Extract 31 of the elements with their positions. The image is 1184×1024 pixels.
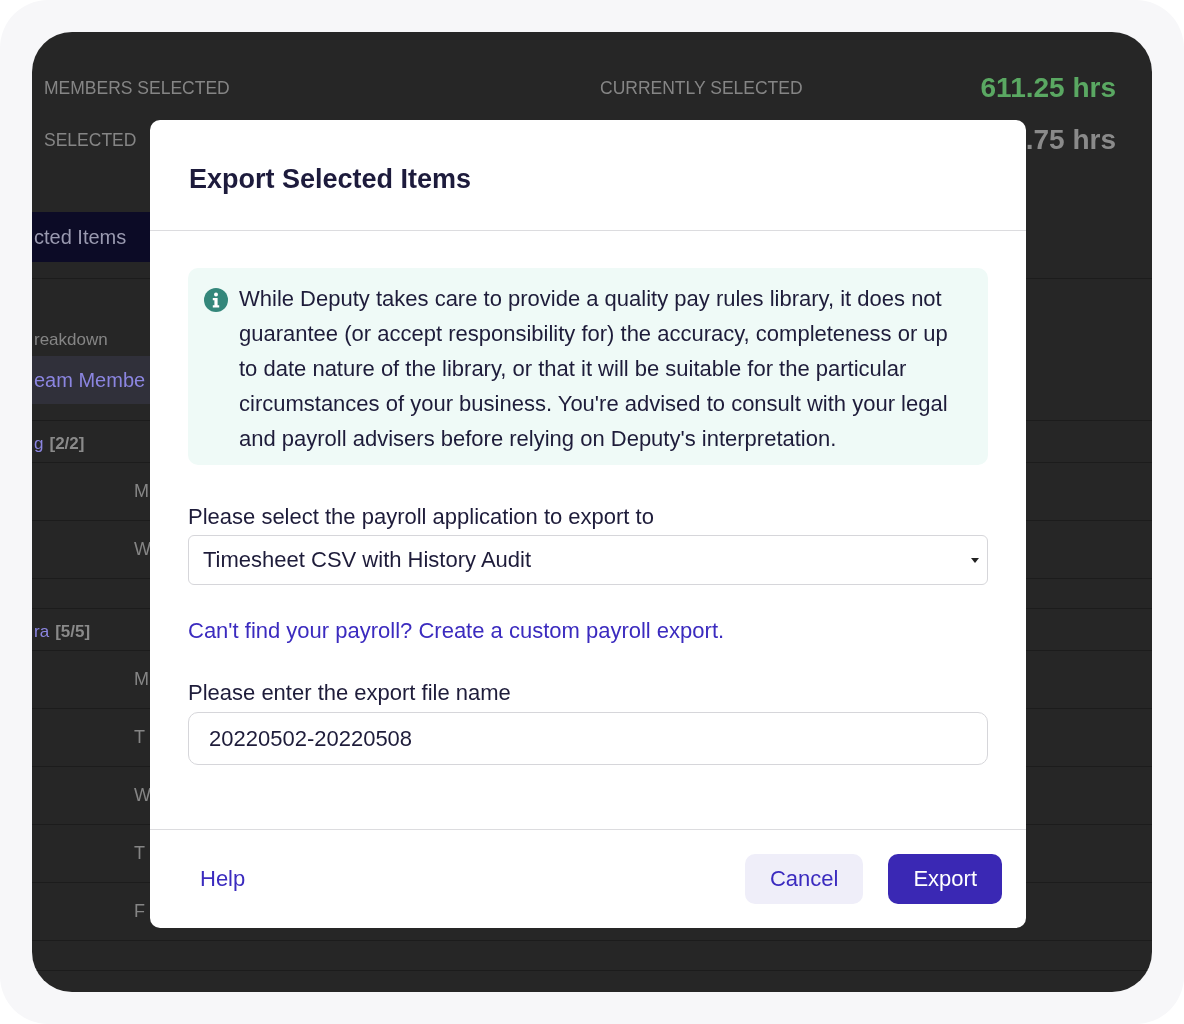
summary-label: MEMBERS SELECTED [44, 77, 230, 99]
notice-text: While Deputy takes care to provide a quality pay rules library, it does not guarantee (or accept responsibility for) the accuracy, completeness or up to date nature of the library, or that it will be suitable for the particular circumstances of your business. You're advised to consult with your legal and payroll advisers before relying on Deputy's interpretation. [239, 285, 949, 453]
group-name: ra [34, 622, 50, 642]
section-heading: reakdown [34, 330, 108, 349]
export-button[interactable]: Export [888, 854, 1002, 904]
cancel-button[interactable]: Cancel [744, 854, 864, 904]
day-label: W [134, 785, 151, 806]
hours-total: .75 hrs [1025, 124, 1116, 156]
payroll-select[interactable]: Timesheet CSV with History Audit [188, 535, 988, 585]
field-label: Please enter the export file name [188, 680, 511, 705]
info-icon [204, 288, 228, 312]
day-label: F [134, 901, 145, 922]
custom-export-link[interactable]: Can't find your payroll? Create a custom payroll export. [188, 618, 725, 643]
dialog-title: Export Selected Items [189, 163, 472, 195]
field-label: Please select the payroll application to export to [188, 504, 654, 529]
selected-items-button[interactable]: cted Items [32, 212, 150, 262]
file-name-field[interactable]: 20220502-20220508 [188, 712, 988, 765]
day-label: W [134, 539, 151, 560]
summary-label: SELECTED [44, 129, 137, 151]
tab[interactable]: eam Membe [32, 356, 150, 404]
group-count: [5/5] [55, 622, 91, 642]
summary-label: CURRENTLY SELECTED [600, 77, 803, 99]
group-count: [2/2] [49, 434, 85, 454]
day-label: M [134, 481, 149, 502]
day-label: T [134, 843, 145, 864]
help-link[interactable]: Help [200, 866, 246, 892]
day-label: T [134, 727, 145, 748]
group-name: g [34, 434, 44, 454]
day-label: M [134, 669, 149, 690]
hours-total: 611.25 hrs [980, 72, 1116, 104]
caret-icon [971, 557, 979, 563]
